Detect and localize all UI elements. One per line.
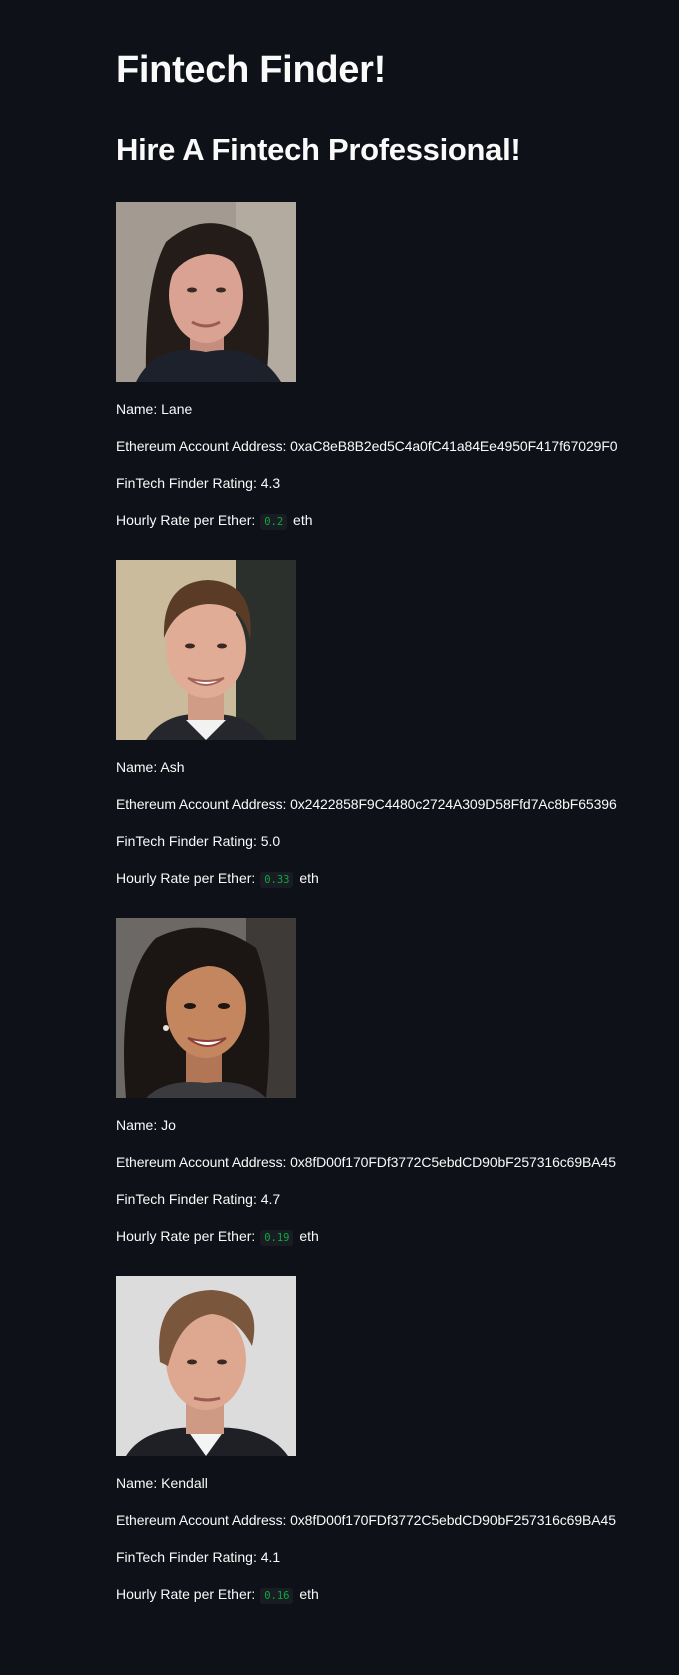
candidate-address: 0x2422858F9C4480c2724A309D58Ffd7Ac8bF653… bbox=[290, 796, 617, 812]
name-label: Name: bbox=[116, 1475, 158, 1491]
candidate-rate: 0.16 bbox=[260, 1588, 294, 1604]
name-label: Name: bbox=[116, 401, 158, 417]
candidate-rating: 5.0 bbox=[260, 833, 281, 849]
candidate-rate: 0.19 bbox=[260, 1230, 294, 1246]
address-label: Ethereum Account Address: bbox=[116, 796, 287, 812]
candidate-address: 0x8fD00f170FDf3772C5ebdCD90bF257316c69BA… bbox=[290, 1512, 616, 1528]
candidate-rate: 0.2 bbox=[260, 514, 288, 530]
candidate-card-jo: Name: Jo Ethereum Account Address: 0x8fD… bbox=[116, 918, 636, 1258]
candidate-photo-lane bbox=[116, 202, 296, 382]
rate-unit: eth bbox=[299, 1586, 319, 1602]
rate-label: Hourly Rate per Ether: bbox=[116, 870, 256, 886]
page-subtitle: Hire A Fintech Professional! bbox=[116, 132, 521, 167]
candidate-rating: 4.7 bbox=[260, 1191, 281, 1207]
rate-label: Hourly Rate per Ether: bbox=[116, 512, 256, 528]
rating-label: FinTech Finder Rating: bbox=[116, 475, 257, 491]
rating-label: FinTech Finder Rating: bbox=[116, 1191, 257, 1207]
candidate-rating: 4.3 bbox=[260, 475, 281, 491]
rate-label: Hourly Rate per Ether: bbox=[116, 1228, 256, 1244]
rate-unit: eth bbox=[293, 512, 313, 528]
candidate-photo-kendall bbox=[116, 1276, 296, 1456]
candidate-photo-ash bbox=[116, 560, 296, 740]
candidate-name: Lane bbox=[161, 401, 193, 417]
candidate-rating: 4.1 bbox=[260, 1549, 281, 1565]
rate-label: Hourly Rate per Ether: bbox=[116, 1586, 256, 1602]
candidate-card-kendall: Name: Kendall Ethereum Account Address: … bbox=[116, 1276, 636, 1616]
name-label: Name: bbox=[116, 1117, 158, 1133]
candidate-card-ash: Name: Ash Ethereum Account Address: 0x24… bbox=[116, 560, 636, 900]
rate-unit: eth bbox=[299, 870, 319, 886]
candidate-card-lane: Name: Lane Ethereum Account Address: 0xa… bbox=[116, 202, 636, 542]
candidate-photo-jo bbox=[116, 918, 296, 1098]
rating-label: FinTech Finder Rating: bbox=[116, 833, 257, 849]
address-label: Ethereum Account Address: bbox=[116, 1154, 287, 1170]
candidate-name: Ash bbox=[160, 759, 185, 775]
candidate-address: 0xaC8eB8B2ed5C4a0fC41a84Ee4950F417f67029… bbox=[290, 438, 618, 454]
candidate-name: Jo bbox=[161, 1117, 176, 1133]
candidate-address: 0x8fD00f170FDf3772C5ebdCD90bF257316c69BA… bbox=[290, 1154, 616, 1170]
rating-label: FinTech Finder Rating: bbox=[116, 1549, 257, 1565]
address-label: Ethereum Account Address: bbox=[116, 438, 287, 454]
page-title: Fintech Finder! bbox=[116, 49, 386, 91]
rate-unit: eth bbox=[299, 1228, 319, 1244]
address-label: Ethereum Account Address: bbox=[116, 1512, 287, 1528]
candidate-name: Kendall bbox=[161, 1475, 208, 1491]
name-label: Name: bbox=[116, 759, 158, 775]
candidate-rate: 0.33 bbox=[260, 872, 294, 888]
